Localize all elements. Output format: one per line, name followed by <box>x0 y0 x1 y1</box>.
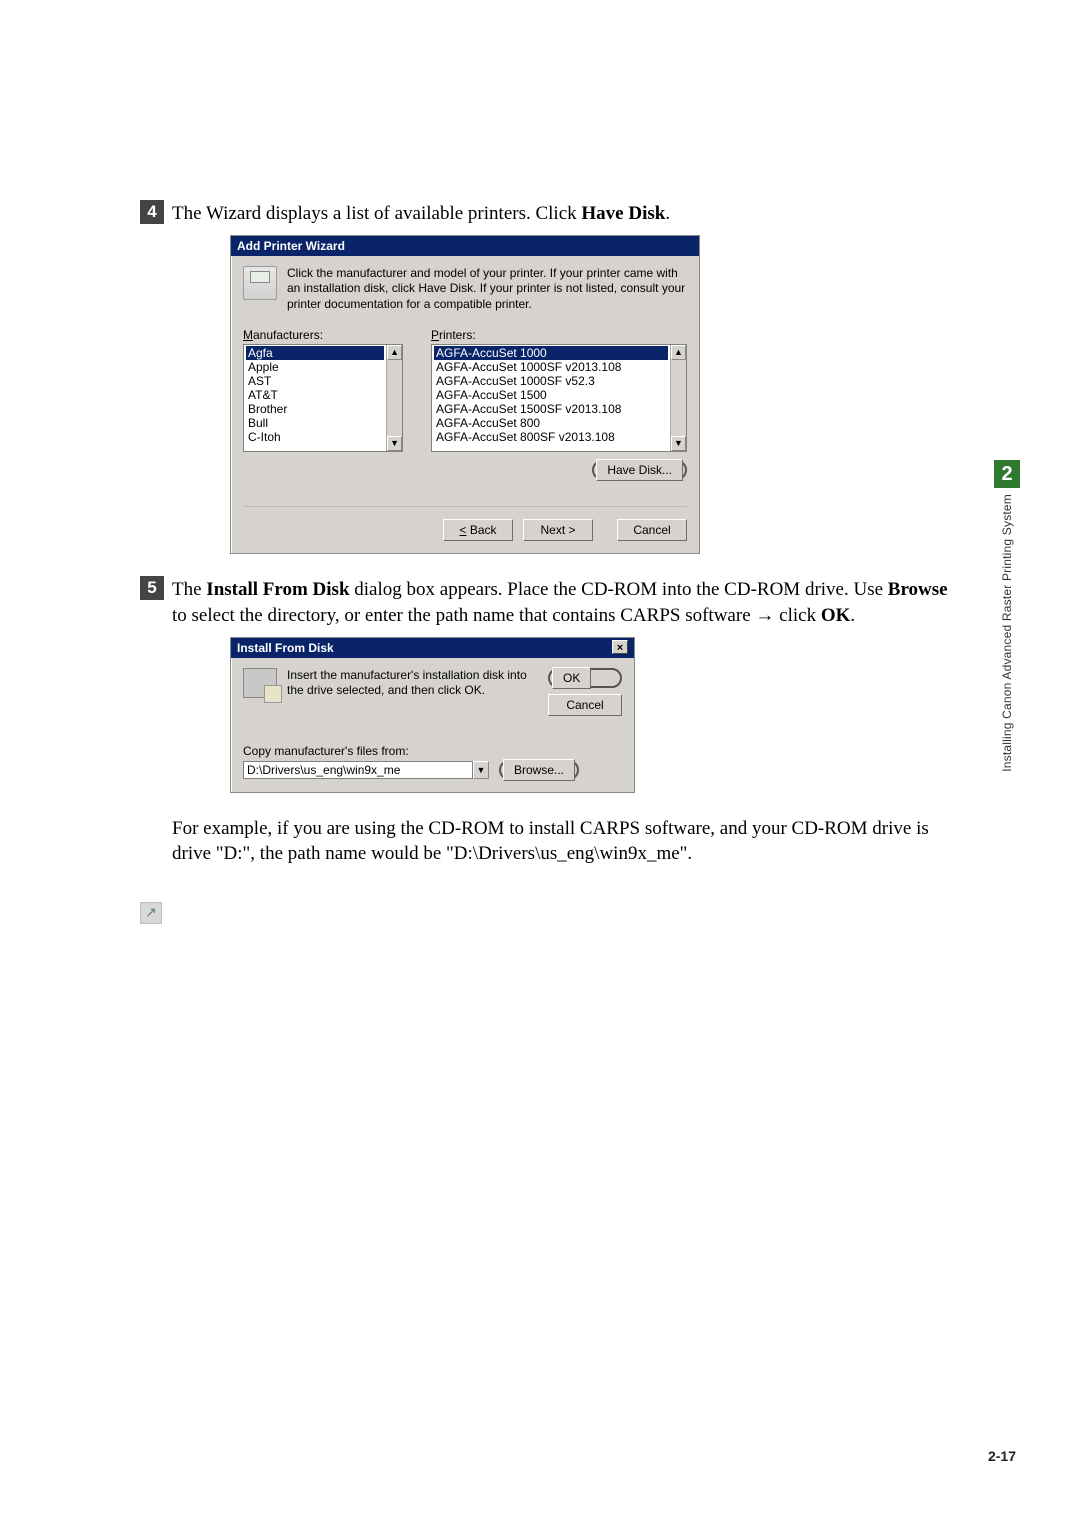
browse-button[interactable]: Browse... <box>503 759 575 781</box>
install-intro-text: Insert the manufacturer's installation d… <box>287 668 538 699</box>
step-number-5: 5 <box>140 576 164 600</box>
list-item[interactable]: AST <box>246 374 384 388</box>
list-item[interactable]: AGFA-AccuSet 1500 <box>434 388 668 402</box>
cancel-button[interactable]: Cancel <box>617 519 687 541</box>
example-text: For example, if you are using the CD-ROM… <box>172 815 960 867</box>
t: Install From Disk <box>206 579 349 600</box>
dialog-title-text: Install From Disk <box>237 641 334 655</box>
disk-icon <box>243 668 277 698</box>
add-printer-wizard-dialog: Add Printer Wizard Click the manufacture… <box>230 235 700 555</box>
wizard-intro-text: Click the manufacturer and model of your… <box>287 266 687 313</box>
page-number: 2-17 <box>988 1448 1016 1464</box>
have-disk-highlight: Have Disk... <box>592 460 687 480</box>
install-from-disk-dialog: Install From Disk × Insert the manufactu… <box>230 637 635 793</box>
arrow-icon: → <box>755 605 774 626</box>
scroll-down-icon[interactable]: ▼ <box>387 436 402 451</box>
chapter-caption: Installing Canon Advanced Raster Printin… <box>1000 494 1014 772</box>
dialog-title: Install From Disk × <box>231 638 634 658</box>
step4-pre: The Wizard displays a list of available … <box>172 203 581 224</box>
step4-bold: Have Disk <box>581 203 665 224</box>
t: . <box>850 605 855 626</box>
back-button[interactable]: < Back <box>443 519 513 541</box>
list-item[interactable]: Bull <box>246 416 384 430</box>
ok-button[interactable]: OK <box>552 667 591 689</box>
close-icon[interactable]: × <box>612 640 628 654</box>
chevron-down-icon[interactable]: ▼ <box>473 761 489 779</box>
printers-scrollbar[interactable]: ▲ ▼ <box>670 345 686 451</box>
t: to select the directory, or enter the pa… <box>172 605 755 626</box>
chapter-side-tab: 2 Installing Canon Advanced Raster Print… <box>994 460 1020 772</box>
next-button[interactable]: Next > <box>523 519 593 541</box>
list-item[interactable]: AGFA-AccuSet 800 <box>434 416 668 430</box>
manufacturers-listbox[interactable]: Agfa Apple AST AT&T Brother Bull C-Itoh <box>244 345 386 451</box>
manufacturers-label: Manufacturers: <box>243 328 403 342</box>
scroll-down-icon[interactable]: ▼ <box>671 436 686 451</box>
printer-icon <box>243 266 277 313</box>
chapter-number: 2 <box>994 460 1020 488</box>
step-number-4: 4 <box>140 200 164 224</box>
manufacturers-scrollbar[interactable]: ▲ ▼ <box>386 345 402 451</box>
have-disk-button[interactable]: Have Disk... <box>596 459 683 481</box>
scroll-up-icon[interactable]: ▲ <box>671 345 686 360</box>
printers-label: Printers: <box>431 328 687 342</box>
t: The <box>172 579 206 600</box>
list-item[interactable]: AT&T <box>246 388 384 402</box>
path-input[interactable] <box>243 761 473 779</box>
cancel-button[interactable]: Cancel <box>548 694 622 716</box>
dialog-title: Add Printer Wizard <box>231 236 699 256</box>
step5-text: The Install From Disk dialog box appears… <box>172 576 960 628</box>
t: click <box>774 605 820 626</box>
list-item[interactable]: AGFA-AccuSet 1500SF v2013.108 <box>434 402 668 416</box>
ok-highlight: OK <box>548 668 622 688</box>
list-item[interactable]: AGFA-AccuSet 1000SF v2013.108 <box>434 360 668 374</box>
list-item[interactable]: Agfa <box>246 346 384 360</box>
list-item[interactable]: AGFA-AccuSet 1000 <box>434 346 668 360</box>
step4-post: . <box>665 203 670 224</box>
t: dialog box appears. Place the CD-ROM int… <box>350 579 888 600</box>
step4-text: The Wizard displays a list of available … <box>172 200 670 227</box>
scroll-up-icon[interactable]: ▲ <box>387 345 402 360</box>
list-item[interactable]: AGFA-AccuSet 800SF v2013.108 <box>434 430 668 444</box>
t: Browse <box>888 579 948 600</box>
t: OK <box>821 605 851 626</box>
shortcut-arrow-icon: ↗ <box>140 902 162 924</box>
list-item[interactable]: Apple <box>246 360 384 374</box>
browse-highlight: Browse... <box>499 760 579 780</box>
printers-listbox[interactable]: AGFA-AccuSet 1000 AGFA-AccuSet 1000SF v2… <box>432 345 670 451</box>
list-item[interactable]: Brother <box>246 402 384 416</box>
list-item[interactable]: C-Itoh <box>246 430 384 444</box>
list-item[interactable]: AGFA-AccuSet 1000SF v52.3 <box>434 374 668 388</box>
copy-from-label: Copy manufacturer's files from: <box>243 744 622 758</box>
